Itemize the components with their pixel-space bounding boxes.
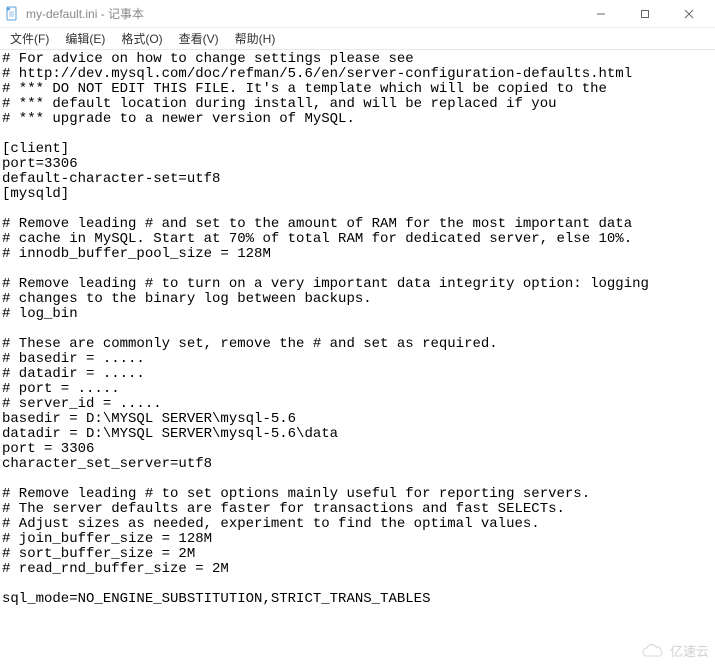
window-titlebar: my-default.ini - 记事本 bbox=[0, 0, 715, 28]
window-title: my-default.ini - 记事本 bbox=[26, 5, 144, 22]
menu-view[interactable]: 查看(V) bbox=[173, 28, 225, 49]
maximize-button[interactable] bbox=[623, 0, 667, 28]
menu-edit[interactable]: 编辑(E) bbox=[59, 28, 111, 49]
watermark: 亿速云 bbox=[640, 641, 709, 660]
watermark-text: 亿速云 bbox=[670, 641, 709, 660]
menu-format[interactable]: 格式(O) bbox=[115, 28, 168, 49]
menu-help[interactable]: 帮助(H) bbox=[229, 28, 282, 49]
close-button[interactable] bbox=[667, 0, 711, 28]
notepad-file-icon bbox=[4, 6, 20, 22]
window-controls bbox=[579, 0, 711, 28]
minimize-button[interactable] bbox=[579, 0, 623, 28]
menu-file[interactable]: 文件(F) bbox=[4, 28, 55, 49]
menubar: 文件(F) 编辑(E) 格式(O) 查看(V) 帮助(H) bbox=[0, 28, 715, 50]
cloud-icon bbox=[640, 643, 666, 659]
text-editor[interactable]: # For advice on how to change settings p… bbox=[0, 50, 715, 609]
